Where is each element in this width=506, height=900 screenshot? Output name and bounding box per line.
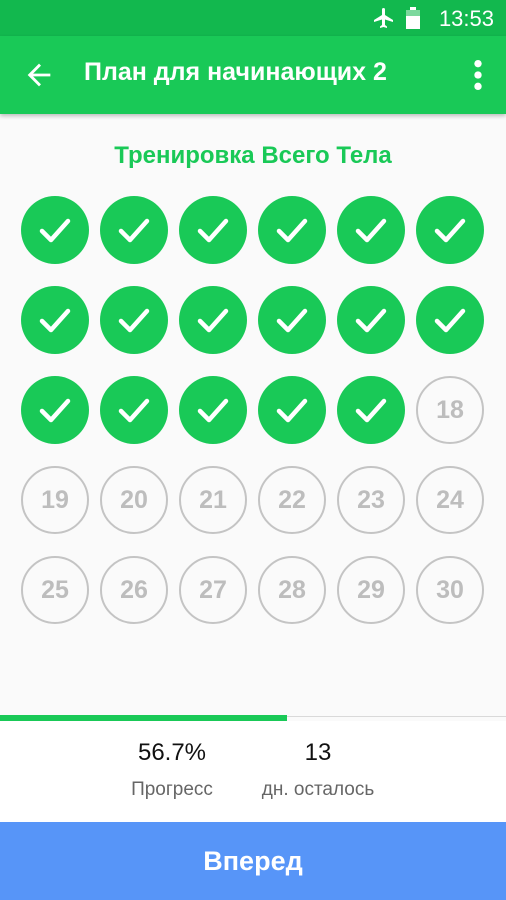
- day-27[interactable]: 27: [179, 556, 247, 624]
- workout-title: Тренировка Всего Тела: [114, 142, 392, 169]
- day-20[interactable]: 20: [100, 466, 168, 534]
- day-number: 29: [357, 575, 385, 604]
- app-bar: План для начинающих 2: [0, 36, 506, 114]
- checkmark-icon: [197, 398, 229, 423]
- day-number: 27: [199, 575, 227, 604]
- arrow-left-icon[interactable]: [22, 58, 56, 92]
- day-11[interactable]: [337, 286, 405, 354]
- checkmark-icon: [434, 308, 466, 333]
- checkmark-icon: [118, 398, 150, 423]
- checkmark-icon: [118, 308, 150, 333]
- day-15[interactable]: [179, 376, 247, 444]
- day-2[interactable]: [100, 196, 168, 264]
- progress-label: Прогресс: [131, 779, 213, 800]
- checkmark-icon: [434, 218, 466, 243]
- day-3[interactable]: [179, 196, 247, 264]
- day-number: 24: [436, 485, 464, 514]
- checkmark-icon: [197, 308, 229, 333]
- day-22[interactable]: 22: [258, 466, 326, 534]
- day-13[interactable]: [21, 376, 89, 444]
- day-number: 19: [41, 485, 69, 514]
- day-7[interactable]: [21, 286, 89, 354]
- day-26[interactable]: 26: [100, 556, 168, 624]
- more-vert-icon[interactable]: [468, 58, 488, 92]
- day-number: 30: [436, 575, 464, 604]
- day-number: 21: [199, 485, 227, 514]
- checkmark-icon: [39, 308, 71, 333]
- day-23[interactable]: 23: [337, 466, 405, 534]
- day-28[interactable]: 28: [258, 556, 326, 624]
- checkmark-icon: [355, 308, 387, 333]
- day-14[interactable]: [100, 376, 168, 444]
- status-bar: 13:53: [0, 0, 506, 36]
- airplane-mode-icon: [374, 8, 393, 28]
- day-19[interactable]: 19: [21, 466, 89, 534]
- day-5[interactable]: [337, 196, 405, 264]
- progress-stat: 56.7% Прогресс: [102, 739, 242, 801]
- day-10[interactable]: [258, 286, 326, 354]
- next-button[interactable]: Вперед: [0, 822, 506, 900]
- day-24[interactable]: 24: [416, 466, 484, 534]
- day-16[interactable]: [258, 376, 326, 444]
- day-8[interactable]: [100, 286, 168, 354]
- day-12[interactable]: [416, 286, 484, 354]
- day-number: 22: [278, 485, 306, 514]
- day-21[interactable]: 21: [179, 466, 247, 534]
- battery-icon: [406, 7, 420, 29]
- day-number: 28: [278, 575, 306, 604]
- day-number: 25: [41, 575, 69, 604]
- checkmark-icon: [118, 218, 150, 243]
- page-title: План для начинающих 2: [84, 58, 387, 86]
- day-17[interactable]: [337, 376, 405, 444]
- day-number: 23: [357, 485, 385, 514]
- checkmark-icon: [276, 308, 308, 333]
- day-30[interactable]: 30: [416, 556, 484, 624]
- day-number: 20: [120, 485, 148, 514]
- checkmark-icon: [39, 218, 71, 243]
- day-29[interactable]: 29: [337, 556, 405, 624]
- days-left-label: дн. осталось: [261, 779, 375, 800]
- checkmark-icon: [276, 398, 308, 423]
- checkmark-icon: [197, 218, 229, 243]
- checkmark-icon: [355, 398, 387, 423]
- day-1[interactable]: [21, 196, 89, 264]
- day-25[interactable]: 25: [21, 556, 89, 624]
- day-6[interactable]: [416, 196, 484, 264]
- days-grid: 18 19 20 21 22 23 24 25 26 27 28 29 30: [21, 196, 489, 626]
- day-number: 26: [120, 575, 148, 604]
- stats-panel: 56.7% Прогресс 13 дн. осталось: [0, 721, 506, 823]
- day-4[interactable]: [258, 196, 326, 264]
- progress-value: 56.7%: [137, 739, 207, 766]
- day-9[interactable]: [179, 286, 247, 354]
- checkmark-icon: [276, 218, 308, 243]
- checkmark-icon: [355, 218, 387, 243]
- days-left-stat: 13 дн. осталось: [248, 739, 388, 801]
- days-left-value: 13: [304, 739, 332, 766]
- day-18[interactable]: 18: [416, 376, 484, 444]
- day-number: 18: [436, 395, 464, 424]
- checkmark-icon: [39, 398, 71, 423]
- status-time: 13:53: [438, 6, 494, 31]
